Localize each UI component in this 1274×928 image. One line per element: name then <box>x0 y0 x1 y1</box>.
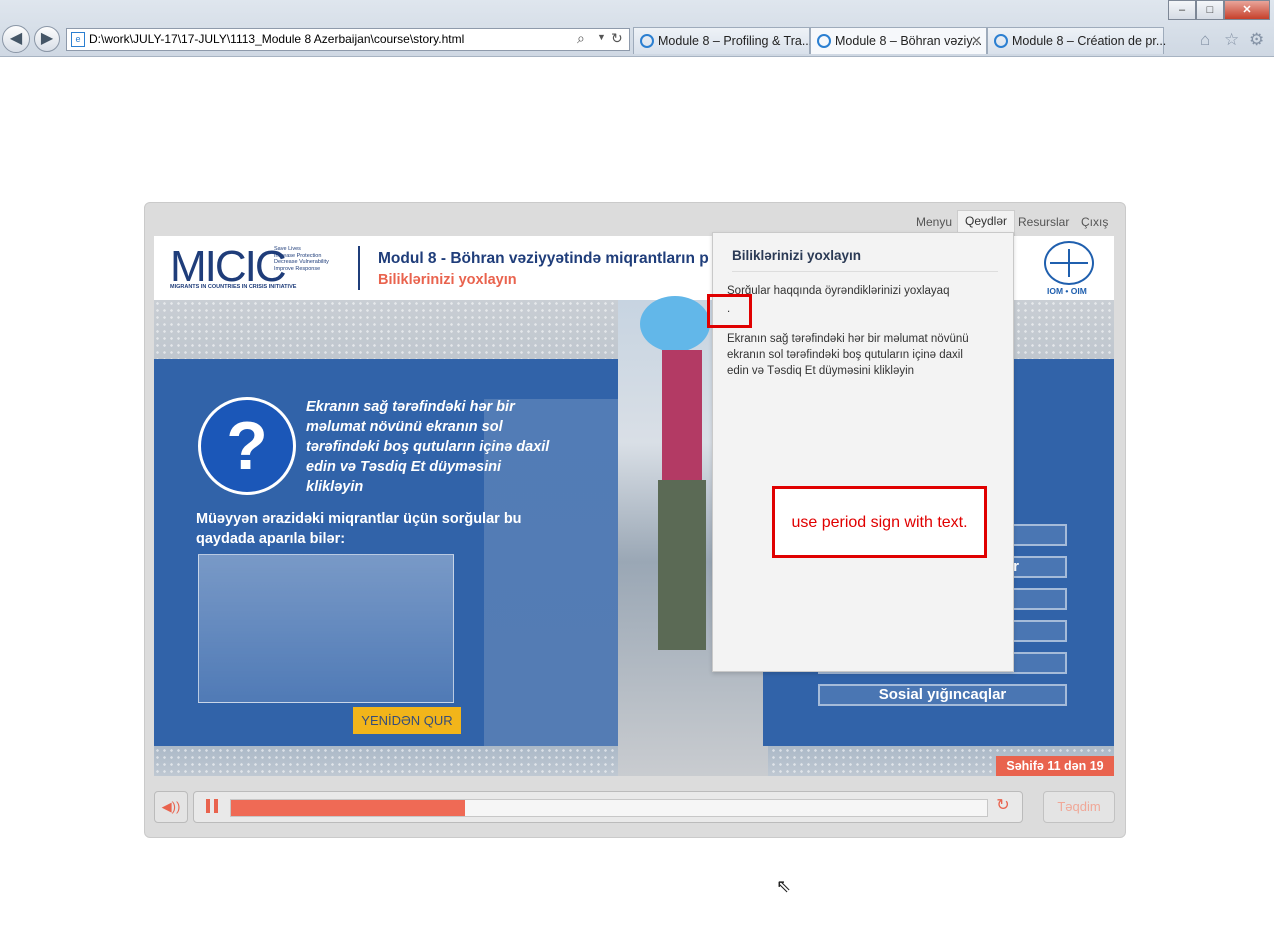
mouse-cursor-icon: ⇖ <box>776 876 792 896</box>
iom-logo <box>1044 241 1094 285</box>
page-counter: Səhifə 11 dən 19 <box>996 756 1114 776</box>
refresh-icon[interactable]: ↻ <box>611 30 623 47</box>
iom-logo-mark <box>1050 262 1088 264</box>
notes-paragraph: Ekranın sağ tərəfindəki hər bir məlumat … <box>727 333 969 377</box>
pause-icon[interactable] <box>206 799 220 813</box>
search-icon[interactable]: ⌕ <box>577 30 585 47</box>
logo-taglines: Save Lives Increase Protection Decrease … <box>274 246 329 272</box>
address-bar[interactable]: e D:\work\JULY-17\17-JULY\1113_Module 8 … <box>66 28 630 51</box>
forward-icon[interactable]: ▶ <box>34 26 60 52</box>
notes-panel: Biliklərinizi yoxlayın Sorğular haqqında… <box>712 232 1014 672</box>
tab-label: Module 8 – Création de pr... <box>1012 34 1167 48</box>
notes-paragraph: Sorğular haqqında öyrəndiklərinizi yoxla… <box>727 285 950 297</box>
volume-icon[interactable]: ◀)) <box>154 791 188 823</box>
iom-label: IOM • OIM <box>1047 286 1087 296</box>
seekbar-container: ↻ <box>193 791 1023 823</box>
tab-creation[interactable]: Module 8 – Création de pr... <box>987 27 1167 54</box>
exit-tab[interactable]: Çıxış <box>1081 212 1108 232</box>
favorites-icon[interactable]: ☆ <box>1224 30 1239 50</box>
basin-shape <box>640 296 710 352</box>
tab-bohran[interactable]: Module 8 – Böhran vəziy... ✕ <box>810 27 987 54</box>
annotation-comment: use period sign with text. <box>772 486 987 558</box>
page-title: Modul 8 - Böhran vəziyyətində miqrantlar… <box>378 250 709 267</box>
ie-icon <box>817 34 831 48</box>
drag-item-social-gatherings[interactable]: Sosial yığıncaqlar <box>818 684 1067 706</box>
close-tab-icon[interactable]: ✕ <box>971 33 982 49</box>
submit-button[interactable]: Təqdim <box>1043 791 1115 823</box>
header-divider <box>358 246 360 290</box>
instruction-text: Ekranın sağ tərəfindəki hər bir məlumat … <box>306 399 550 495</box>
home-icon[interactable]: ⌂ <box>1200 30 1210 50</box>
close-window-button[interactable]: ✕ <box>1224 0 1270 20</box>
ie-icon <box>640 34 654 48</box>
chevron-down-icon[interactable]: ▼ <box>597 32 606 42</box>
back-icon[interactable]: ◀ <box>2 25 30 53</box>
replay-icon[interactable]: ↻ <box>994 797 1012 815</box>
tab-label: Module 8 – Profiling & Tra... <box>658 34 813 48</box>
notes-title: Biliklərinizi yoxlayın <box>732 248 862 263</box>
ie-icon <box>994 34 1008 48</box>
page-subtitle: Biliklərinizi yoxlayın <box>378 272 517 288</box>
page-icon: e <box>71 32 85 47</box>
annotation-highlight-box <box>707 294 752 328</box>
settings-icon[interactable]: ⚙ <box>1249 30 1264 50</box>
resources-tab[interactable]: Resurslar <box>1018 212 1069 232</box>
menu-tab[interactable]: Menyu <box>916 212 952 232</box>
question-text: Müəyyən ərazidəki miqrantlar üçün sorğul… <box>196 511 522 547</box>
drop-zone[interactable] <box>198 554 454 703</box>
progress-track[interactable] <box>230 799 988 817</box>
skirt <box>658 480 706 650</box>
address-text: D:\work\JULY-17\17-JULY\1113_Module 8 Az… <box>89 32 465 46</box>
notes-divider <box>732 271 998 272</box>
tab-profiling[interactable]: Module 8 – Profiling & Tra... <box>633 27 813 54</box>
reset-button[interactable]: YENİDƏN QUR <box>353 707 461 734</box>
maximize-button[interactable]: □ <box>1196 0 1224 20</box>
browser-chrome: – □ ✕ ◀ ▶ e D:\work\JULY-17\17-JULY\1113… <box>0 0 1274 57</box>
progress-fill <box>231 800 466 816</box>
logo-subtitle: MIGRANTS IN COUNTRIES IN CRISIS INITIATI… <box>170 284 297 290</box>
tab-label: Module 8 – Böhran vəziy... <box>835 34 983 48</box>
dress-top <box>662 350 702 480</box>
minimize-button[interactable]: – <box>1168 0 1196 20</box>
question-mark-icon: ? <box>198 397 296 495</box>
